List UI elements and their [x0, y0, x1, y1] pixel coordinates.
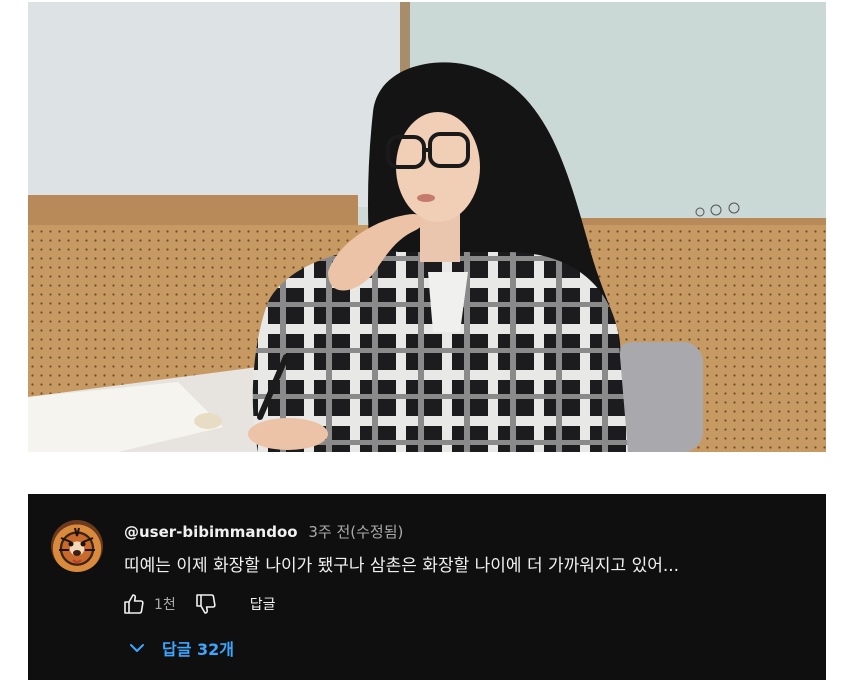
author-handle[interactable]: @user-bibimmandoo — [124, 523, 298, 541]
chevron-down-icon — [130, 644, 144, 652]
video-frame[interactable] — [28, 2, 826, 452]
avatar[interactable] — [51, 520, 103, 572]
replies-count-label: 답글 32개 — [162, 640, 234, 659]
like-button[interactable] — [120, 590, 148, 618]
thumbs-down-icon — [195, 594, 216, 614]
video-still-image — [28, 2, 826, 452]
tiger-avatar-icon — [59, 527, 95, 563]
comment-thread: @user-bibimmandoo 3주 전(수정됨) 띠예는 이제 화장할 나… — [28, 494, 826, 680]
comment-meta: @user-bibimmandoo 3주 전(수정됨) — [124, 522, 403, 542]
view-replies-button[interactable]: 답글 32개 — [128, 636, 234, 660]
comment-timestamp[interactable]: 3주 전(수정됨) — [308, 523, 403, 541]
like-count: 1천 — [154, 597, 176, 613]
comment-actions: 1천 답글 — [120, 590, 276, 618]
reply-button[interactable]: 답글 — [250, 594, 276, 614]
thumbs-up-icon — [124, 594, 144, 614]
comment-text: 띠예는 이제 화장할 나이가 됐구나 삼촌은 화장할 나이에 더 가까워지고 있… — [124, 556, 680, 576]
dislike-button[interactable] — [192, 590, 220, 618]
